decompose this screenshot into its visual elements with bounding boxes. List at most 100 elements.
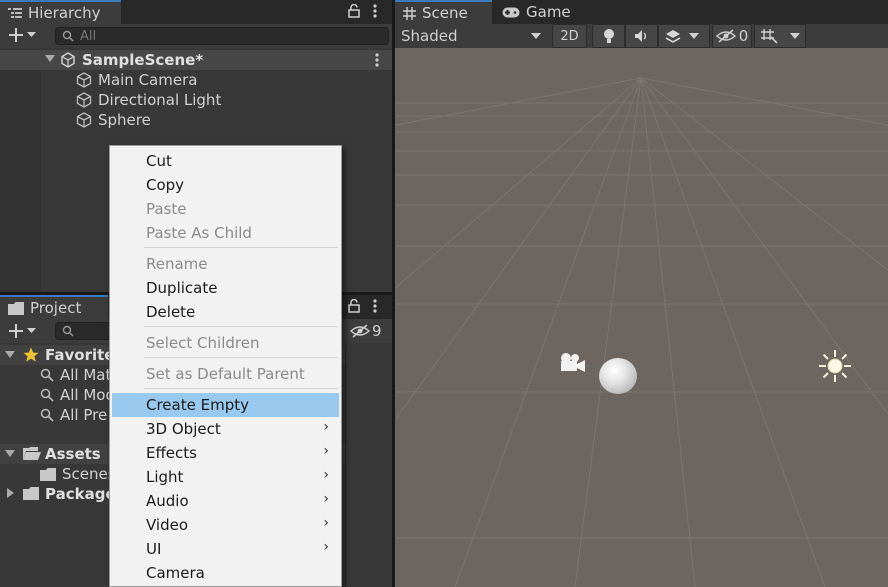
menu-item-delete[interactable]: Delete — [112, 300, 339, 324]
gamepad-icon — [502, 7, 520, 18]
favorites-item-label: All Mod — [60, 386, 116, 404]
shading-mode-dropdown[interactable]: Shaded — [395, 24, 547, 48]
project-search-input[interactable] — [55, 322, 115, 340]
audio-toggle-button[interactable] — [625, 24, 658, 48]
hierarchy-item-label: Sphere — [98, 111, 151, 129]
menu-item-label: Copy — [146, 176, 185, 194]
chevron-down-icon — [790, 33, 800, 39]
menu-item-effects[interactable]: Effects › — [112, 441, 339, 465]
packages-label: Package — [45, 485, 116, 503]
layers-icon — [665, 29, 681, 44]
menu-item-ui[interactable]: UI › — [112, 537, 339, 561]
scene-hidden-count: 0 — [738, 27, 749, 45]
more-options-icon[interactable] — [370, 299, 380, 313]
menu-item-paste[interactable]: Paste — [112, 197, 339, 221]
assets-label: Assets — [45, 445, 101, 463]
tab-hierarchy[interactable]: Hierarchy — [0, 0, 121, 24]
menu-item-video[interactable]: Video › — [112, 513, 339, 537]
menu-item-label: Camera — [146, 564, 205, 582]
hidden-count-toggle[interactable]: 9 — [350, 320, 382, 342]
favorites-item-label: All Mat — [60, 366, 112, 384]
expand-arrow-icon[interactable] — [45, 55, 55, 63]
gameobject-cube-icon — [76, 112, 92, 128]
scene-viewport[interactable] — [395, 48, 888, 587]
folder-open-icon — [23, 447, 41, 461]
menu-item-label: Audio — [146, 492, 189, 510]
assets-child-item[interactable]: Scenes — [40, 464, 116, 484]
lock-icon[interactable] — [347, 299, 361, 313]
assets-child-label: Scenes — [62, 465, 116, 483]
tab-game[interactable]: Game — [494, 0, 574, 24]
menu-item-label: Set as Default Parent — [146, 365, 305, 383]
menu-separator — [144, 388, 338, 389]
menu-item-duplicate[interactable]: Duplicate — [112, 276, 339, 300]
more-options-icon[interactable] — [370, 4, 380, 18]
submenu-arrow-icon: › — [323, 443, 329, 459]
submenu-arrow-icon: › — [323, 419, 329, 435]
folder-icon — [8, 301, 24, 315]
hierarchy-item-sphere[interactable]: Sphere — [76, 110, 151, 130]
menu-item-label: Cut — [146, 152, 172, 170]
tab-project-label: Project — [30, 299, 82, 317]
lighting-toggle-button[interactable] — [592, 24, 625, 48]
hierarchy-item-main-camera[interactable]: Main Camera — [76, 70, 197, 90]
menu-item-paste-as-child[interactable]: Paste As Child — [112, 221, 339, 245]
search-icon — [62, 30, 74, 42]
gameobject-cube-icon — [76, 92, 92, 108]
menu-item-label: Rename — [146, 255, 208, 273]
menu-item-create-empty[interactable]: Create Empty — [112, 393, 339, 417]
menu-item-light[interactable]: Light › — [112, 465, 339, 489]
gizmos-button[interactable] — [754, 24, 806, 48]
toggle-2d-button[interactable]: 2D — [552, 24, 587, 48]
search-icon — [40, 408, 54, 422]
expand-arrow-icon[interactable] — [5, 450, 15, 458]
add-dropdown-button[interactable] — [8, 323, 36, 339]
menu-item-set-default-parent[interactable]: Set as Default Parent — [112, 362, 339, 386]
scene-visibility-button[interactable]: 0 — [712, 24, 752, 48]
menu-item-cut[interactable]: Cut — [112, 149, 339, 173]
menu-item-camera[interactable]: Camera — [112, 561, 339, 585]
tab-project[interactable]: Project — [0, 295, 108, 319]
menu-separator — [144, 357, 338, 358]
folder-icon — [40, 467, 56, 481]
camera-gizmo-icon[interactable] — [558, 352, 588, 374]
menu-separator — [144, 247, 338, 248]
menu-item-label: Delete — [146, 303, 196, 321]
menu-item-label: UI — [146, 540, 162, 558]
hierarchy-item-label: Directional Light — [98, 91, 222, 109]
tab-scene[interactable]: Scene — [395, 0, 492, 24]
menu-item-label: Paste As Child — [146, 224, 252, 242]
menu-item-rename[interactable]: Rename — [112, 252, 339, 276]
menu-item-audio[interactable]: Audio › — [112, 489, 339, 513]
hierarchy-gutter — [0, 70, 41, 292]
hierarchy-search-input[interactable]: All — [55, 27, 389, 45]
menu-item-copy[interactable]: Copy — [112, 173, 339, 197]
favorites-item-label: All Pre — [60, 406, 108, 424]
scene-more-icon[interactable] — [372, 53, 382, 67]
star-icon — [23, 347, 39, 363]
scene-name: SampleScene* — [82, 51, 204, 69]
favorites-item[interactable]: All Pre — [40, 405, 107, 425]
sphere-object[interactable] — [599, 358, 637, 394]
hierarchy-search-placeholder: All — [80, 28, 97, 44]
chevron-down-icon — [689, 33, 699, 39]
menu-item-label: Light — [146, 468, 184, 486]
effects-toggle-button[interactable] — [658, 24, 710, 48]
lock-icon[interactable] — [347, 4, 361, 18]
menu-item-select-children[interactable]: Select Children — [112, 331, 339, 355]
hidden-count: 9 — [372, 322, 382, 340]
favorites-item[interactable]: All Mat — [40, 365, 111, 385]
hierarchy-item-label: Main Camera — [98, 71, 198, 89]
eye-hidden-icon — [715, 29, 736, 43]
hierarchy-item-directional-light[interactable]: Directional Light — [76, 90, 221, 110]
favorites-item[interactable]: All Mod — [40, 385, 115, 405]
expand-arrow-icon[interactable] — [5, 351, 15, 359]
menu-item-3d-object[interactable]: 3D Object › — [112, 417, 339, 441]
sun-light-gizmo-icon[interactable] — [817, 348, 853, 384]
collapse-arrow-icon[interactable] — [7, 488, 15, 498]
menu-item-label: Duplicate — [146, 279, 218, 297]
menu-item-label: Create Empty — [146, 396, 249, 414]
context-menu: Cut Copy Paste Paste As Child Rename Dup… — [109, 145, 342, 587]
chevron-down-icon — [531, 33, 541, 39]
add-dropdown-button[interactable] — [8, 27, 36, 43]
